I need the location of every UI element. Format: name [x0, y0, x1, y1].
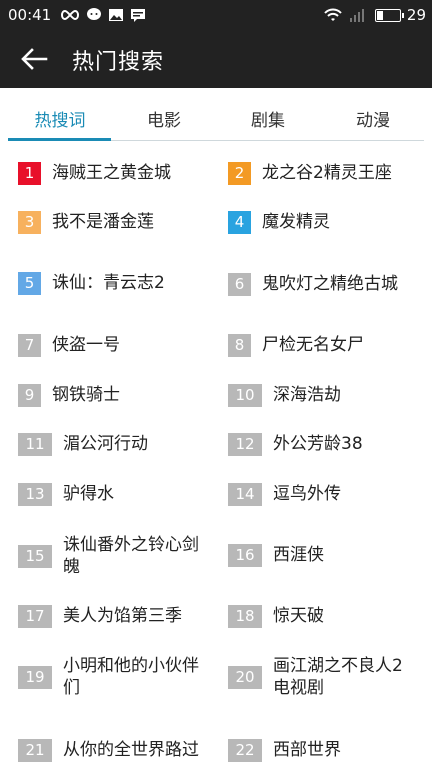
page-title: 热门搜索 — [72, 50, 165, 75]
item-title: 湄公河行动 — [63, 434, 148, 454]
item-title: 魔发精灵 — [262, 212, 330, 232]
list-item[interactable]: 8 尸检无名女尸 — [228, 325, 428, 365]
list-item[interactable]: 17 美人为馅第三季 — [18, 596, 218, 636]
list-item[interactable]: 11 湄公河行动 — [18, 424, 218, 464]
signal-icon — [349, 9, 364, 22]
battery-icon — [374, 8, 404, 22]
rank-badge: 13 — [18, 482, 52, 506]
list-item[interactable]: 20 画江湖之不良人2电视剧 — [228, 653, 428, 701]
item-title: 逗鸟外传 — [273, 484, 341, 504]
rank-badge: 17 — [18, 604, 52, 628]
rank-badge: 18 — [228, 604, 262, 628]
list-item[interactable]: 14 逗鸟外传 — [228, 474, 428, 514]
list-item[interactable]: 15 诛仙番外之铃心剑魄 — [18, 532, 218, 580]
status-time: 00:41 — [8, 6, 52, 24]
app-bar: 热门搜索 — [0, 30, 432, 88]
rank-badge: 11 — [18, 432, 52, 456]
item-title: 西涯侠 — [273, 545, 324, 565]
list-item[interactable]: 13 驴得水 — [18, 474, 218, 514]
rank-badge: 8 — [228, 333, 251, 357]
list-item[interactable]: 16 西涯侠 — [228, 535, 428, 575]
list-item[interactable]: 5 诛仙：青云志2 — [18, 263, 218, 303]
tab-anime[interactable]: 动漫 — [319, 106, 427, 131]
list-item[interactable]: 9 钢铁骑士 — [18, 375, 218, 415]
rank-badge: 1 — [18, 161, 41, 185]
item-title: 西部世界 — [273, 740, 341, 760]
item-title: 诛仙番外之铃心剑魄 — [63, 535, 199, 577]
rank-badge: 4 — [228, 210, 251, 234]
item-title: 龙之谷2精灵王座 — [262, 163, 392, 183]
item-title: 画江湖之不良人2电视剧 — [273, 656, 403, 698]
category-tabs: 热搜词 电影 剧集 动漫 — [0, 88, 432, 143]
tab-hot-words[interactable]: 热搜词 — [6, 106, 114, 131]
list-item[interactable]: 1 海贼王之黄金城 — [18, 153, 218, 193]
rank-badge: 9 — [18, 383, 41, 407]
tab-movies[interactable]: 电影 — [110, 106, 218, 131]
item-title: 外公芳龄38 — [273, 434, 363, 454]
rank-badge: 21 — [18, 738, 52, 762]
item-title: 深海浩劫 — [273, 385, 341, 405]
rank-badge: 20 — [228, 665, 262, 689]
item-title: 从你的全世界路过 — [63, 740, 199, 760]
rank-badge: 6 — [228, 272, 251, 296]
status-bar: 00:41 29 — [0, 0, 432, 30]
tab-series[interactable]: 剧集 — [214, 106, 322, 131]
item-title: 小明和他的小伙伴们 — [63, 656, 199, 698]
rank-badge: 19 — [18, 665, 52, 689]
list-item[interactable]: 7 侠盗一号 — [18, 325, 218, 365]
rank-badge: 12 — [228, 432, 262, 456]
item-title: 诛仙：青云志2 — [52, 273, 165, 293]
notification-icons — [60, 5, 146, 25]
rank-badge: 22 — [228, 738, 262, 762]
item-title: 惊天破 — [273, 606, 324, 626]
item-title: 尸检无名女尸 — [262, 335, 364, 355]
item-title: 美人为馅第三季 — [63, 606, 182, 626]
list-item[interactable]: 4 魔发精灵 — [228, 202, 428, 242]
list-item[interactable]: 6 鬼吹灯之精绝古城 — [228, 260, 418, 308]
list-item[interactable]: 2 龙之谷2精灵王座 — [228, 153, 428, 193]
list-item[interactable]: 22 西部世界 — [228, 730, 428, 768]
list-item[interactable]: 21 从你的全世界路过 — [18, 726, 218, 768]
chat-bubble-icon — [87, 8, 101, 20]
item-title: 钢铁骑士 — [52, 385, 120, 405]
battery-level: 29 — [406, 6, 426, 24]
wifi-icon — [324, 8, 342, 21]
item-title: 鬼吹灯之精绝古城 — [262, 274, 398, 294]
rank-badge: 2 — [228, 161, 251, 185]
item-title: 海贼王之黄金城 — [52, 163, 171, 183]
rank-badge: 5 — [18, 271, 41, 295]
list-item[interactable]: 12 外公芳龄38 — [228, 424, 428, 464]
rank-badge: 7 — [18, 333, 41, 357]
back-arrow-icon[interactable] — [20, 47, 48, 71]
item-title: 我不是潘金莲 — [52, 212, 154, 232]
system-icons: 29 — [323, 5, 426, 25]
rank-badge: 14 — [228, 482, 262, 506]
list-item[interactable]: 3 我不是潘金莲 — [18, 202, 218, 242]
rank-badge: 16 — [228, 543, 262, 567]
list-item[interactable]: 18 惊天破 — [228, 596, 428, 636]
infinity-icon — [61, 9, 79, 21]
image-icon — [109, 9, 123, 21]
rank-badge: 15 — [18, 544, 52, 568]
item-title: 驴得水 — [63, 484, 114, 504]
active-tab-indicator — [8, 138, 111, 141]
message-icon — [131, 9, 145, 22]
rank-badge: 3 — [18, 210, 41, 234]
list-item[interactable]: 10 深海浩劫 — [228, 375, 428, 415]
rank-badge: 10 — [228, 383, 262, 407]
list-item[interactable]: 19 小明和他的小伙伴们 — [18, 653, 218, 701]
item-title: 侠盗一号 — [52, 335, 120, 355]
